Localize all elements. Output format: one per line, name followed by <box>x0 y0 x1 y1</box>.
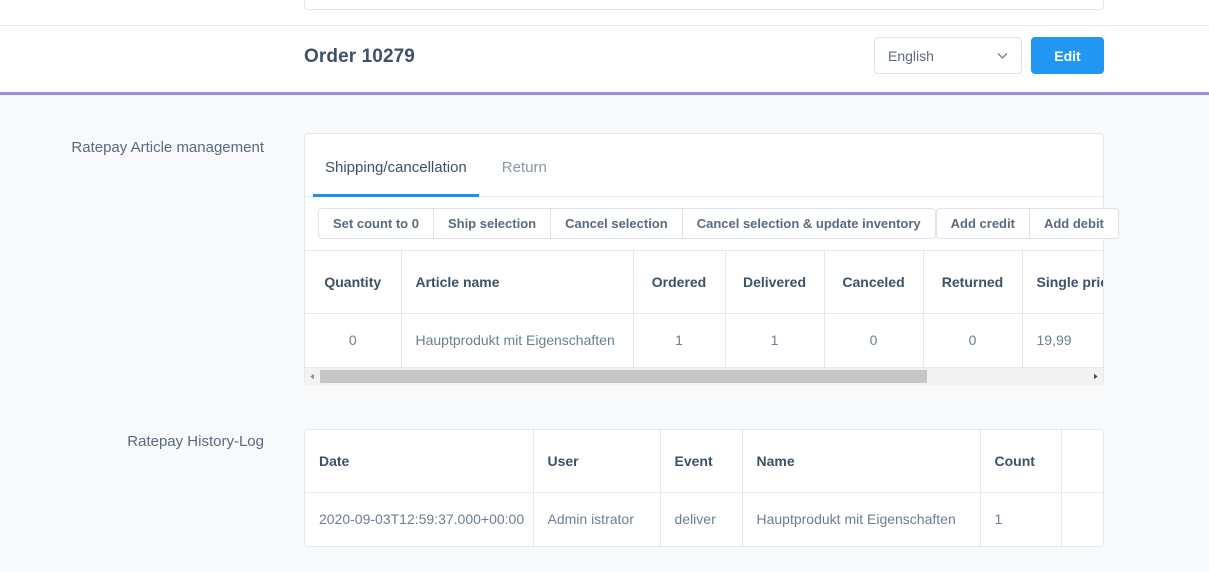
cell-quantity: 0 <box>305 313 402 367</box>
cell-returned: 0 <box>923 313 1023 367</box>
history-table-header-row: Date User Event Name Count <box>305 430 1103 493</box>
cell-event: deliver <box>660 492 743 546</box>
scrollbar-track[interactable] <box>320 367 1088 385</box>
cell-single-price: 19,99 <box>1036 332 1072 349</box>
triangle-left-icon[interactable] <box>305 367 320 385</box>
cancel-selection-button[interactable]: Cancel selection <box>550 208 682 239</box>
cell-actions <box>1061 492 1103 546</box>
previous-card-stub <box>304 0 1104 10</box>
credit-debit-button-group: Add credit Add debit <box>935 208 1119 239</box>
page-title: Order 10279 <box>304 46 415 67</box>
triangle-right-icon[interactable] <box>1088 367 1103 385</box>
add-credit-button[interactable]: Add credit <box>935 208 1029 239</box>
edit-button[interactable]: Edit <box>1031 37 1104 74</box>
scrollbar-thumb[interactable] <box>320 369 927 383</box>
column-header-ordered: Ordered <box>633 251 726 314</box>
column-header-delivered: Delivered <box>725 251 825 314</box>
cell-article-name: Hauptprodukt mit Eigenschaften <box>401 313 634 367</box>
cell-date: 2020-09-03T12:59:37.000+00:00 <box>305 492 534 546</box>
tab-shipping-cancellation[interactable]: Shipping/cancellation <box>313 159 479 197</box>
chevron-down-icon <box>996 49 1009 62</box>
language-select-value: English <box>888 47 934 64</box>
history-log-table: Date User Event Name Count 2020-09-03T12… <box>305 430 1103 546</box>
cell-delivered: 1 <box>725 313 825 367</box>
column-header-returned: Returned <box>923 251 1023 314</box>
action-toolbar: Set count to 0 Ship selection Cancel sel… <box>305 197 1119 251</box>
column-header-event: Event <box>660 430 743 493</box>
cell-user: Admin istrator <box>533 492 661 546</box>
content-area: Ratepay Article management Shipping/canc… <box>0 95 1209 572</box>
section-label-history-log: Ratepay History-Log <box>127 433 264 450</box>
article-table-viewport: Quantity Article name Ordered Delivered … <box>305 251 1103 367</box>
selection-button-group: Set count to 0 Ship selection Cancel sel… <box>318 208 936 239</box>
order-header: Order 10279 English Edit <box>0 26 1209 93</box>
column-header-date: Date <box>305 430 534 493</box>
column-header-user: User <box>533 430 661 493</box>
article-table-header-row: Quantity Article name Ordered Delivered … <box>305 251 1103 314</box>
table-row: 0 Hauptprodukt mit Eigenschaften 1 1 0 0… <box>305 313 1103 367</box>
add-debit-button[interactable]: Add debit <box>1028 208 1119 239</box>
cell-canceled: 0 <box>824 313 924 367</box>
column-header-count: Count <box>980 430 1062 493</box>
ship-selection-button[interactable]: Ship selection <box>432 208 551 239</box>
column-header-single-price: Single price <box>1022 251 1103 314</box>
horizontal-scrollbar[interactable] <box>305 367 1103 385</box>
cell-count: 1 <box>980 492 1062 546</box>
cancel-selection-update-inventory-button[interactable]: Cancel selection & update inventory <box>681 208 936 239</box>
column-header-canceled: Canceled <box>824 251 924 314</box>
history-log-card: Date User Event Name Count 2020-09-03T12… <box>304 429 1104 547</box>
set-count-to-zero-button[interactable]: Set count to 0 <box>318 208 433 239</box>
column-header-name: Name <box>742 430 981 493</box>
tab-bar: Shipping/cancellation Return <box>305 134 1103 197</box>
column-header-actions <box>1061 430 1103 493</box>
page-root: Order 10279 English Edit Ratepay Article… <box>0 0 1209 572</box>
language-select[interactable]: English <box>874 37 1022 74</box>
cell-ordered: 1 <box>633 313 726 367</box>
article-management-card: Shipping/cancellation Return Set count t… <box>304 133 1119 385</box>
table-row: 2020-09-03T12:59:37.000+00:00 Admin istr… <box>305 492 1103 546</box>
article-table: Quantity Article name Ordered Delivered … <box>305 251 1103 367</box>
cell-name: Hauptprodukt mit Eigenschaften <box>742 492 981 546</box>
tab-return[interactable]: Return <box>502 159 547 196</box>
column-header-article-name: Article name <box>401 251 634 314</box>
column-header-quantity: Quantity <box>305 251 402 314</box>
section-label-article-management: Ratepay Article management <box>71 139 264 156</box>
